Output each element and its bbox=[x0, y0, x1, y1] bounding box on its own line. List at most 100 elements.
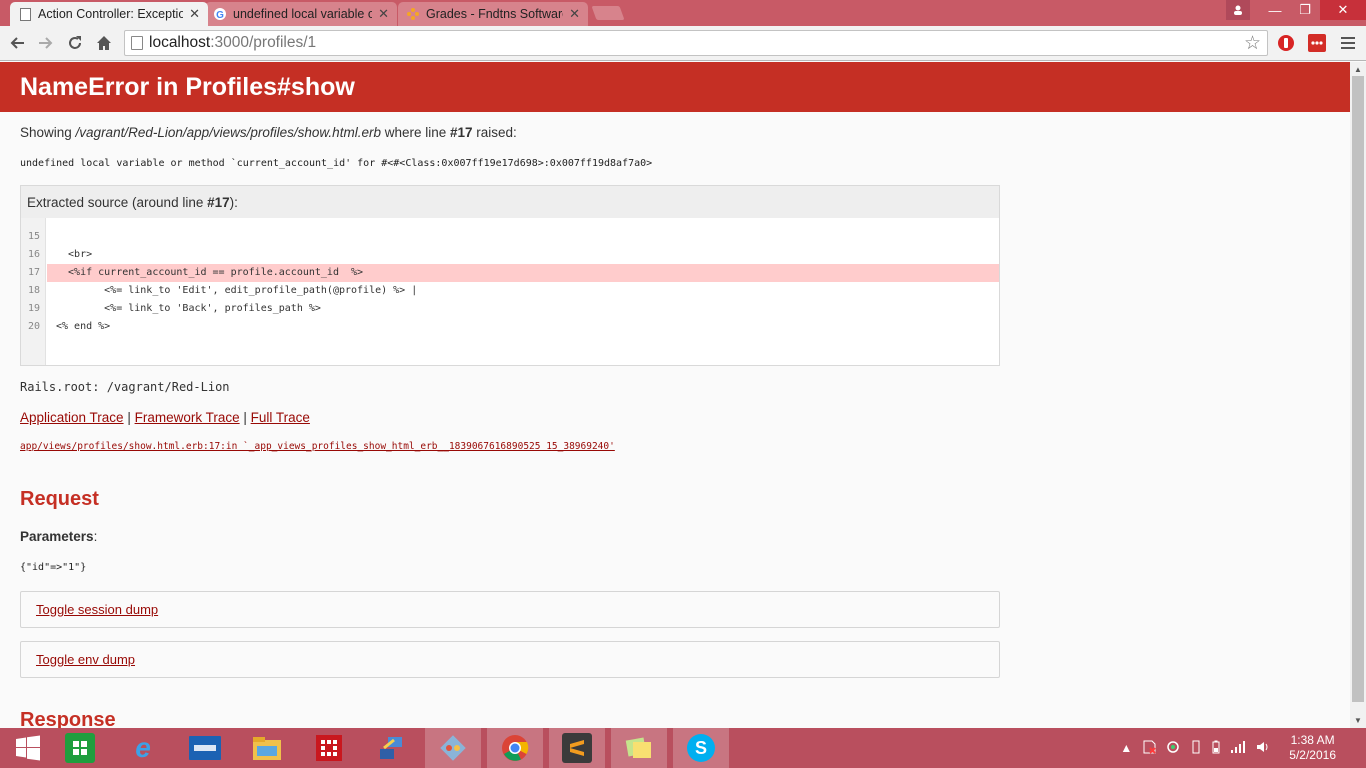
taskbar-git[interactable] bbox=[425, 728, 481, 768]
response-heading: Response bbox=[20, 709, 116, 728]
rails-root: Rails.root: /vagrant/Red-Lion bbox=[20, 380, 230, 394]
code-text: <%= link_to 'Edit', edit_profile_path(@p… bbox=[56, 285, 418, 296]
scroll-down-icon[interactable]: ▼ bbox=[1354, 716, 1362, 725]
parameters-label-text: Parameters bbox=[20, 529, 94, 544]
show-hidden-icons-icon[interactable]: ▲ bbox=[1120, 741, 1132, 755]
tab-action-controller[interactable]: Action Controller: Exceptio ✕ bbox=[10, 2, 208, 26]
framework-trace-link[interactable]: Framework Trace bbox=[135, 410, 240, 425]
tab-title: Grades - Fndtns Software bbox=[426, 7, 564, 21]
session-dump-box: Toggle session dump bbox=[20, 591, 1000, 628]
sublime-text-icon bbox=[562, 733, 592, 763]
forward-icon[interactable] bbox=[35, 32, 57, 54]
tab-title: Action Controller: Exceptio bbox=[38, 7, 184, 21]
close-window-icon[interactable]: ✕ bbox=[1320, 0, 1366, 20]
application-trace-link[interactable]: Application Trace bbox=[20, 410, 124, 425]
action-center-icon[interactable] bbox=[1142, 740, 1156, 757]
line-number: 17 bbox=[27, 267, 40, 278]
taskbar-lenovo[interactable] bbox=[177, 728, 233, 768]
scrollbar-thumb[interactable] bbox=[1352, 76, 1364, 702]
bookmark-star-icon[interactable]: ☆ bbox=[1244, 32, 1261, 55]
minimize-icon[interactable]: — bbox=[1260, 0, 1290, 20]
line-number: 20 bbox=[27, 321, 40, 332]
taskbar-ie[interactable]: e bbox=[115, 728, 171, 768]
showing-mid: where line bbox=[380, 125, 450, 140]
error-message: undefined local variable or method `curr… bbox=[20, 158, 653, 169]
close-tab-icon[interactable]: ✕ bbox=[569, 6, 580, 22]
toggle-env-dump-link[interactable]: Toggle env dump bbox=[36, 652, 135, 667]
clock[interactable]: 1:38 AM 5/2/2016 bbox=[1289, 733, 1336, 763]
battery-icon[interactable] bbox=[1212, 740, 1220, 757]
wifi-signal-icon[interactable] bbox=[1230, 740, 1246, 757]
page-icon bbox=[18, 7, 32, 21]
new-tab-button[interactable] bbox=[591, 6, 625, 20]
app-red-icon bbox=[314, 733, 344, 763]
taskbar-store[interactable] bbox=[52, 728, 108, 768]
tab-strip: Action Controller: Exceptio ✕ G undefine… bbox=[0, 0, 1366, 26]
code-text: <%= link_to 'Back', profiles_path %> bbox=[56, 303, 321, 314]
highlighted-code-line: 17 <%if current_account_id == profile.ac… bbox=[28, 264, 999, 282]
page-viewport: NameError in Profiles#show Showing /vagr… bbox=[0, 62, 1350, 728]
browser-toolbar: localhost:3000/profiles/1 ☆ bbox=[0, 26, 1366, 61]
volume-icon[interactable] bbox=[1256, 740, 1270, 757]
source-header-prefix: Extracted source (around line bbox=[27, 195, 208, 210]
close-tab-icon[interactable]: ✕ bbox=[189, 6, 200, 22]
showing-line-number: #17 bbox=[450, 125, 473, 140]
code-line: 18 <%= link_to 'Edit', edit_profile_path… bbox=[21, 282, 999, 300]
page-info-icon[interactable] bbox=[131, 36, 143, 50]
showing-file: /vagrant/Red-Lion/app/views/profiles/sho… bbox=[75, 125, 381, 140]
request-heading: Request bbox=[20, 488, 99, 510]
source-header-suffix: ): bbox=[229, 195, 238, 210]
start-icon bbox=[13, 733, 43, 763]
line-number: 16 bbox=[27, 249, 40, 260]
taskbar-sticky-notes[interactable] bbox=[611, 728, 667, 768]
line-number: 19 bbox=[27, 303, 40, 314]
back-icon[interactable] bbox=[6, 32, 28, 54]
user-icon[interactable] bbox=[1226, 0, 1250, 20]
tab-google-search[interactable]: G undefined local variable o ✕ bbox=[205, 2, 397, 26]
taskbar-sublime[interactable] bbox=[549, 728, 605, 768]
lastpass-icon[interactable] bbox=[1306, 32, 1328, 54]
trace-links: Application Trace | Framework Trace | Fu… bbox=[20, 410, 310, 425]
sticky-notes-icon bbox=[624, 733, 654, 763]
close-tab-icon[interactable]: ✕ bbox=[378, 6, 389, 22]
home-icon[interactable] bbox=[93, 32, 115, 54]
svg-text:G: G bbox=[216, 10, 224, 21]
showing-line: Showing /vagrant/Red-Lion/app/views/prof… bbox=[20, 125, 517, 140]
file-explorer-icon bbox=[252, 733, 282, 763]
toggle-session-dump-link[interactable]: Toggle session dump bbox=[36, 602, 158, 617]
source-header-line: #17 bbox=[207, 195, 230, 210]
line-number: 18 bbox=[27, 285, 40, 296]
taskbar-network-app[interactable] bbox=[363, 728, 419, 768]
lenovo-icon bbox=[189, 736, 221, 760]
adblock-icon[interactable] bbox=[1275, 32, 1297, 54]
full-trace-link[interactable]: Full Trace bbox=[251, 410, 310, 425]
restore-icon[interactable]: ❐ bbox=[1290, 0, 1320, 20]
code-line: 16 <br> bbox=[21, 246, 999, 264]
network-app-icon bbox=[376, 733, 406, 763]
sync-icon[interactable] bbox=[1166, 740, 1180, 757]
taskbar-file-explorer[interactable] bbox=[239, 728, 295, 768]
usb-icon[interactable] bbox=[1190, 740, 1202, 757]
taskbar-chrome[interactable] bbox=[487, 728, 543, 768]
showing-prefix: Showing bbox=[20, 125, 76, 140]
taskbar-skype[interactable]: S bbox=[673, 728, 729, 768]
taskbar-app-red[interactable] bbox=[301, 728, 357, 768]
menu-icon[interactable] bbox=[1337, 32, 1359, 54]
windows-taskbar: e S ▲ 1:38 AM 5/2/2016 bbox=[0, 728, 1366, 768]
start-button[interactable] bbox=[0, 728, 56, 768]
chrome-icon bbox=[500, 733, 530, 763]
grades-icon bbox=[406, 7, 420, 21]
page-title: NameError in Profiles#show bbox=[20, 73, 355, 101]
git-icon bbox=[438, 733, 468, 763]
showing-suffix: raised: bbox=[472, 125, 517, 140]
url-host: localhost bbox=[149, 34, 211, 51]
reload-icon[interactable] bbox=[64, 32, 86, 54]
scroll-up-icon[interactable]: ▲ bbox=[1354, 65, 1362, 74]
skype-icon: S bbox=[687, 734, 715, 762]
trace-path-link[interactable]: app/views/profiles/show.html.erb:17:in `… bbox=[20, 441, 615, 452]
clock-time: 1:38 AM bbox=[1290, 733, 1335, 747]
vertical-scrollbar[interactable]: ▲ ▼ bbox=[1350, 62, 1366, 728]
tab-grades[interactable]: Grades - Fndtns Software ✕ bbox=[398, 2, 588, 26]
source-header: Extracted source (around line #17): bbox=[21, 186, 999, 218]
address-bar[interactable]: localhost:3000/profiles/1 ☆ bbox=[124, 30, 1268, 56]
